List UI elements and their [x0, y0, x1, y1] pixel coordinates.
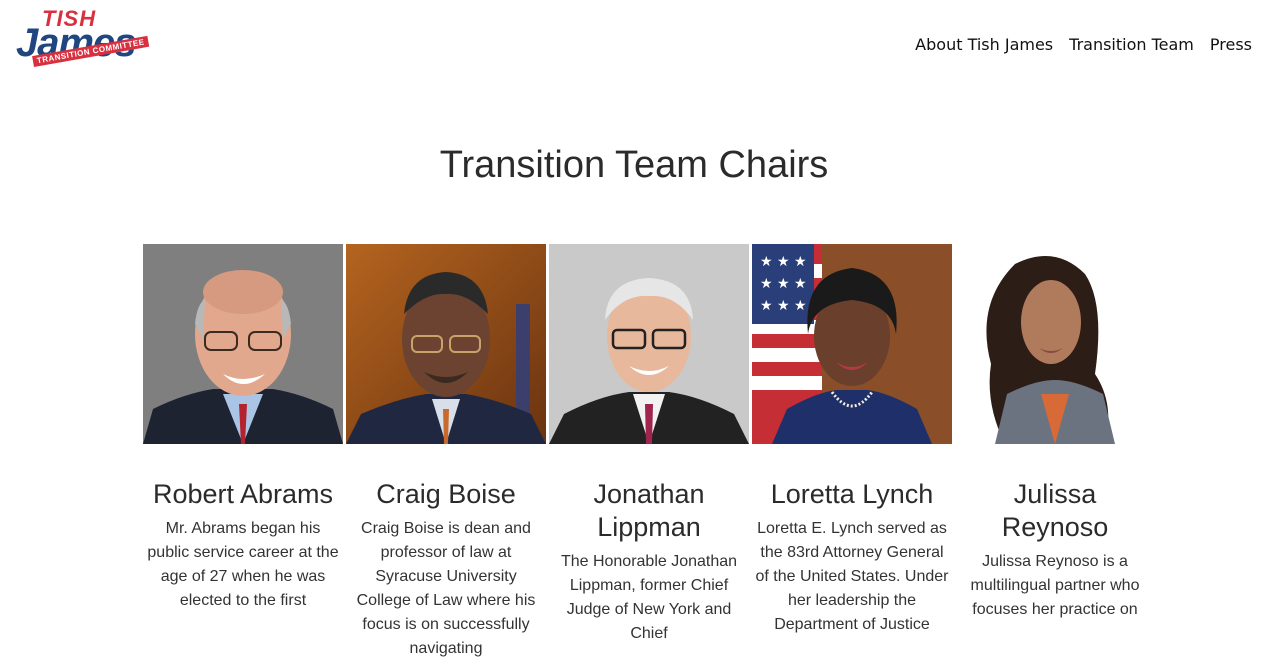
chair-name: Julissa Reynoso: [1001, 479, 1109, 542]
chair-photo-loretta-lynch: ★ ★ ★ ★ ★ ★ ★ ★ ★: [752, 244, 952, 444]
nav-about-tish-james[interactable]: About Tish James: [915, 34, 1053, 56]
chair-card-craig-boise: Craig Boise Craig Boise is dean and prof…: [346, 244, 546, 661]
nav-press[interactable]: Press: [1210, 34, 1252, 56]
chair-photo-jonathan-lippman: [549, 244, 749, 444]
chair-card-robert-abrams: Robert Abrams Mr. Abrams began his publi…: [143, 244, 343, 661]
chair-bio: Mr. Abrams began his public service care…: [147, 520, 339, 609]
nav-transition-team[interactable]: Transition Team: [1069, 34, 1194, 56]
chair-card-julissa-reynoso: Julissa Reynoso Julissa Reynoso is a mul…: [955, 244, 1155, 661]
chair-card-loretta-lynch: ★ ★ ★ ★ ★ ★ ★ ★ ★ Loretta Lynch Loretta …: [752, 244, 952, 661]
main-nav: About Tish James Transition Team Press: [915, 34, 1252, 56]
chair-card-jonathan-lippman: Jonathan Lippman The Honorable Jonathan …: [549, 244, 749, 661]
chair-photo-robert-abrams: [143, 244, 343, 444]
chair-bio: Loretta E. Lynch served as the 83rd Atto…: [755, 520, 949, 633]
chair-name: Jonathan Lippman: [593, 479, 705, 542]
svg-text:★ ★ ★: ★ ★ ★: [760, 254, 807, 270]
chair-photo-craig-boise: [346, 244, 546, 444]
chair-bio: Julissa Reynoso is a multilingual partne…: [970, 553, 1140, 618]
chair-bio: Craig Boise is dean and professor of law…: [356, 520, 536, 657]
page-title: Transition Team Chairs: [439, 144, 829, 186]
chair-photo-julissa-reynoso: [955, 244, 1155, 444]
chairs-grid: Robert Abrams Mr. Abrams began his publi…: [143, 244, 1155, 661]
tish-james-logo[interactable]: TISH James TRANSITION COMMITTEE: [14, 8, 166, 74]
chair-bio: The Honorable Jonathan Lippman, former C…: [560, 553, 738, 642]
chair-name: Loretta Lynch: [770, 479, 934, 509]
chair-name: Robert Abrams: [152, 479, 334, 509]
chair-name: Craig Boise: [376, 479, 516, 509]
svg-text:★ ★ ★: ★ ★ ★: [760, 298, 807, 314]
svg-text:★ ★ ★: ★ ★ ★: [760, 276, 807, 292]
